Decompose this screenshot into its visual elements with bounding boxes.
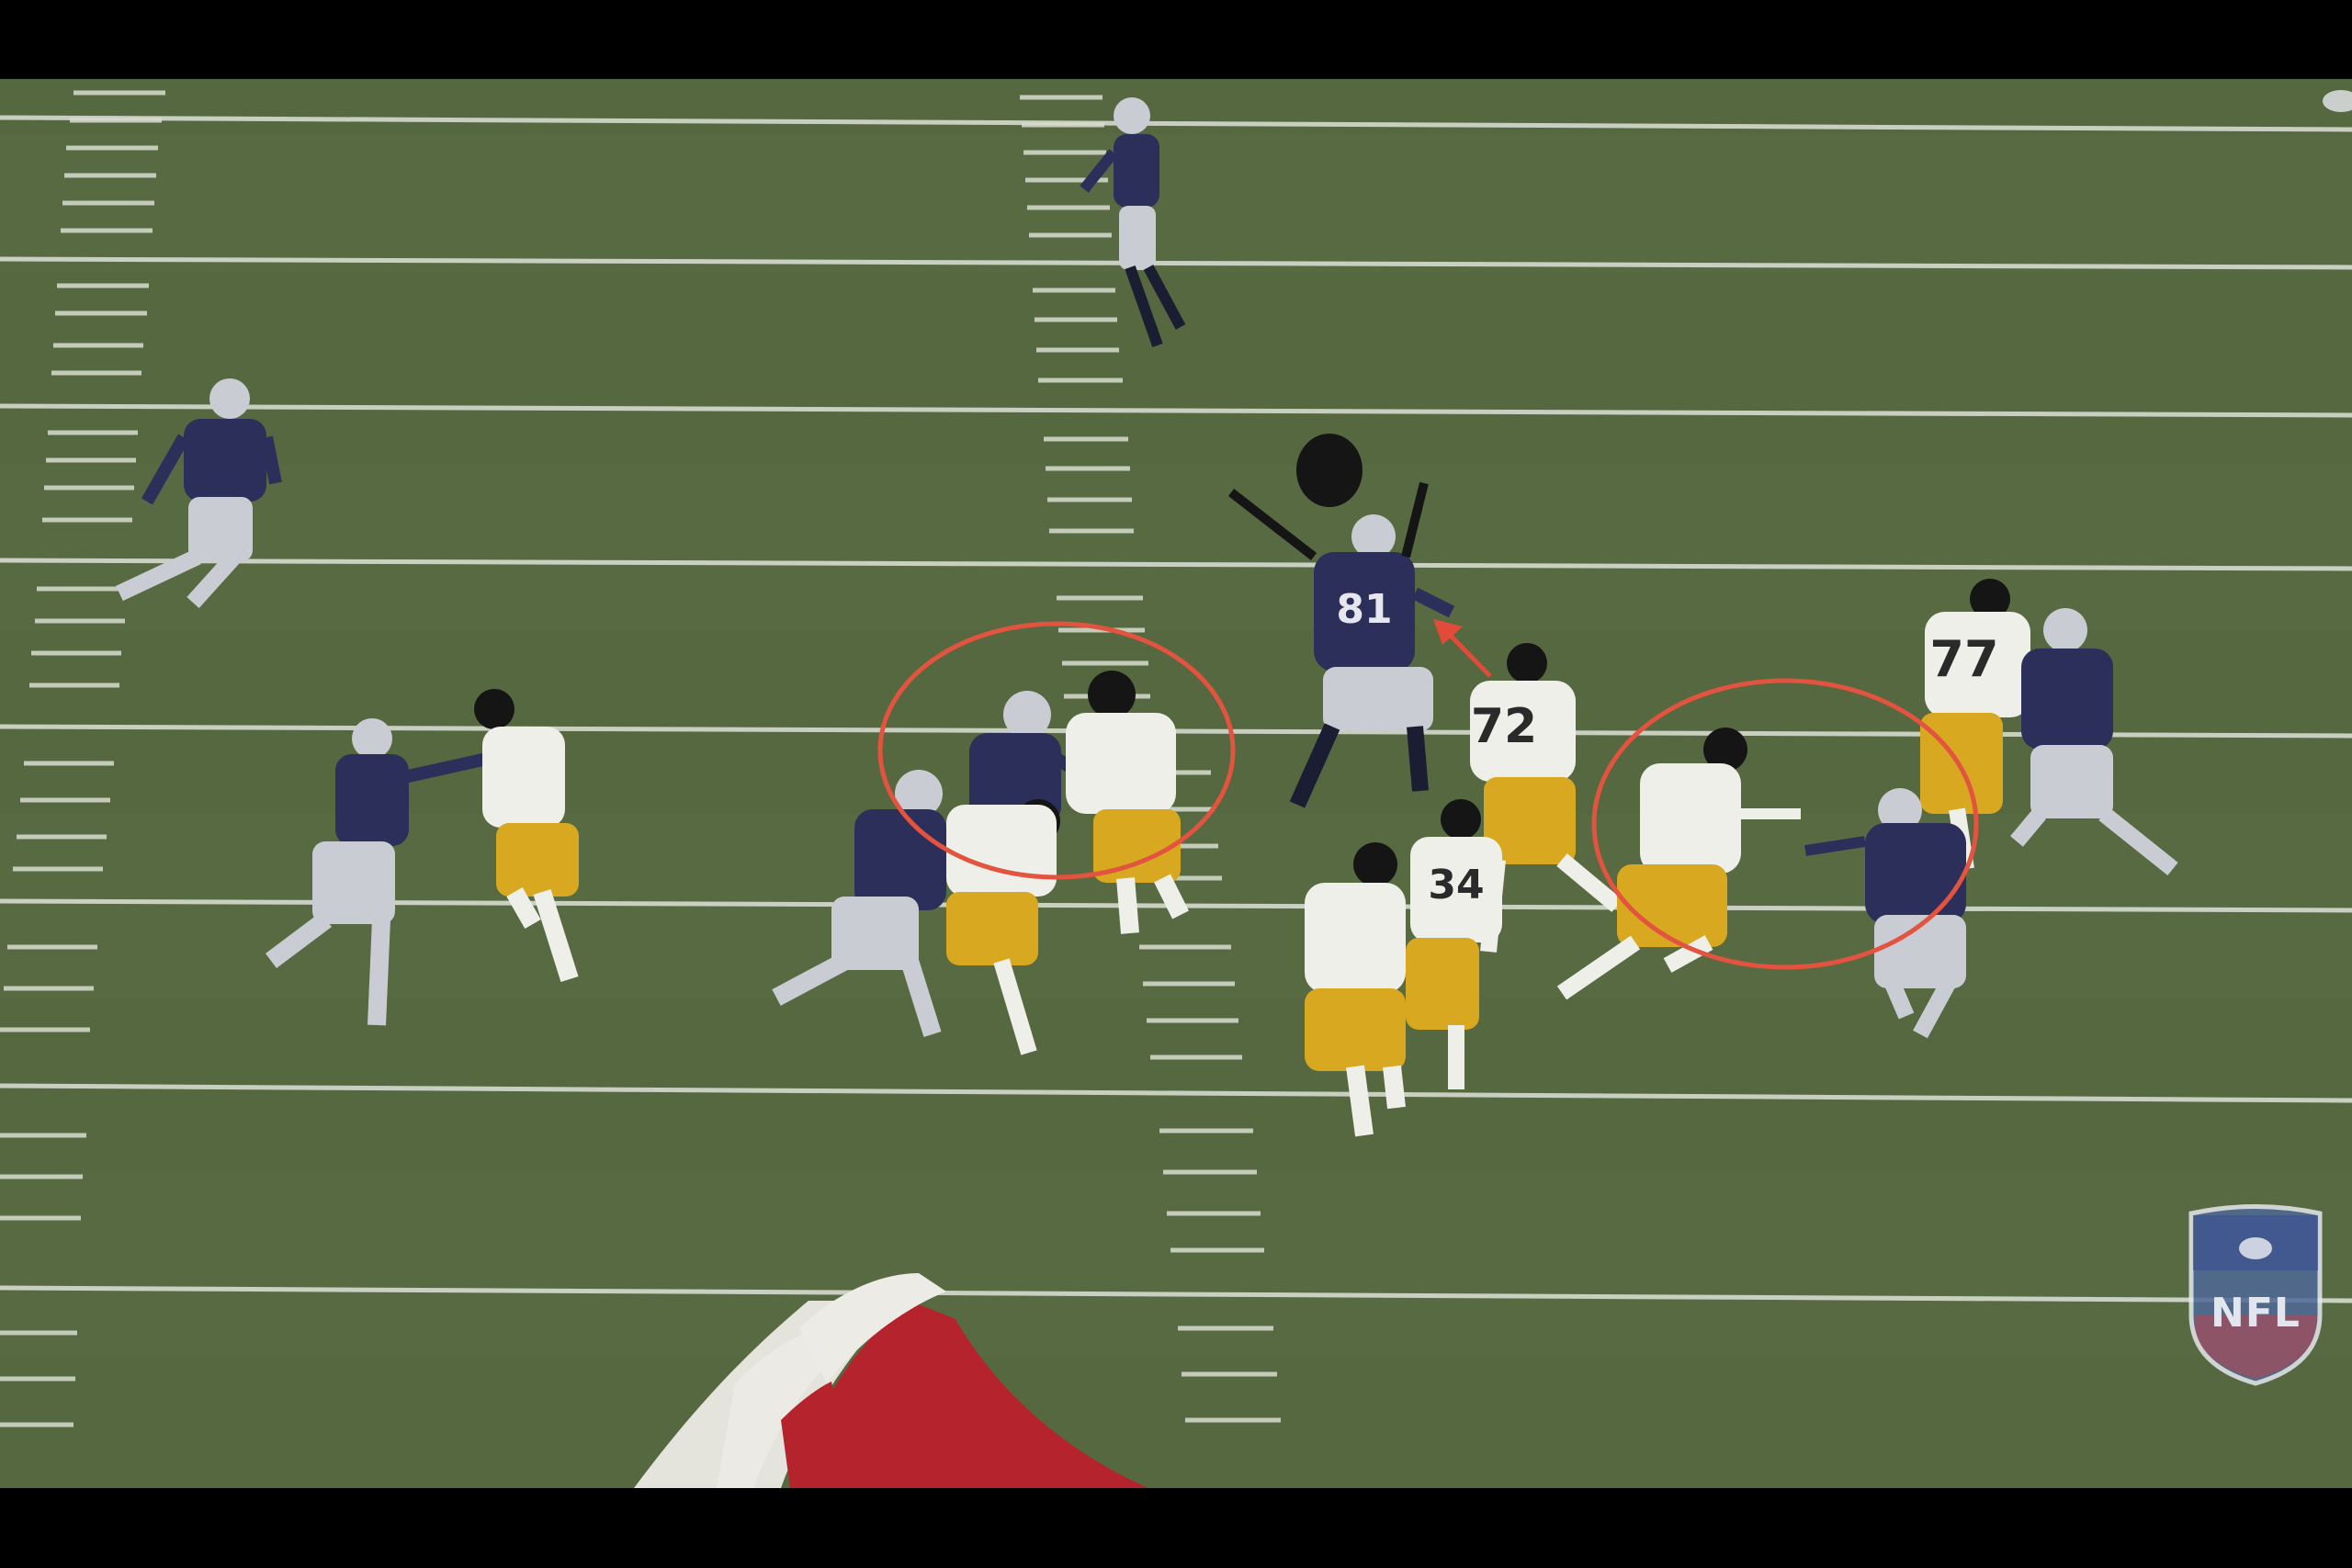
jersey-number-72: 72 (1471, 699, 1537, 754)
football-field: 81 72 77 34 (0, 79, 2352, 1488)
jersey-number-34: 34 (1428, 862, 1484, 908)
broadcast-frame: 81 72 77 34 NFL (0, 79, 2352, 1488)
nfl-logo-text: NFL (2211, 1290, 2301, 1337)
top-letterbox (0, 0, 2352, 79)
bottom-letterbox (0, 1488, 2352, 1568)
jersey-number-81: 81 (1336, 586, 1392, 633)
jersey-number-77: 77 (1929, 630, 1998, 688)
